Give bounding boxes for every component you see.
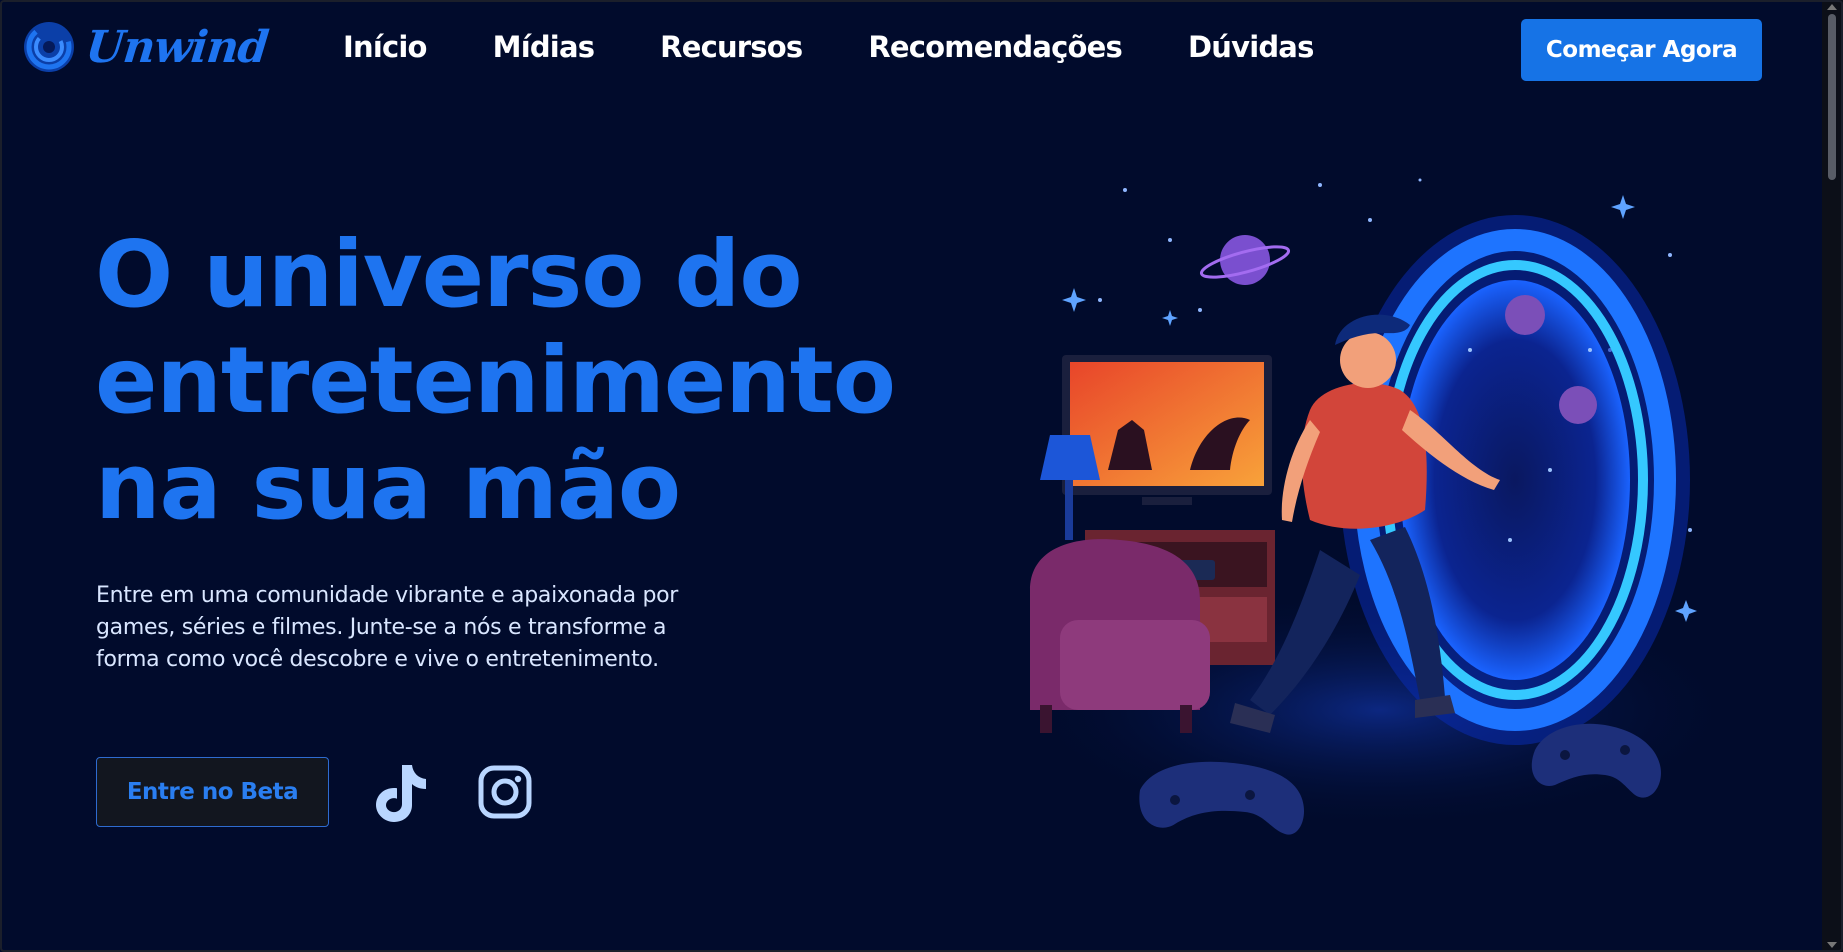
- hero-title-line-2: entretenimento: [95, 327, 896, 434]
- nav-item-recomendacoes[interactable]: Recomendações: [868, 30, 1122, 64]
- hero-description: Entre em uma comunidade vibrante e apaix…: [96, 583, 679, 672]
- armchair: [1030, 539, 1210, 733]
- nav-item-inicio[interactable]: Início: [343, 30, 427, 64]
- hero-title: O universo do entretenimento na sua mão: [95, 222, 975, 540]
- hero-title-line-1: O universo do: [95, 221, 803, 328]
- start-now-button[interactable]: Começar Agora: [1521, 19, 1762, 81]
- instagram-icon: [478, 765, 532, 819]
- brand-name: Unwind: [83, 21, 271, 73]
- tiktok-icon: [376, 765, 426, 822]
- nav-item-duvidas[interactable]: Dúvidas: [1188, 30, 1314, 64]
- site-header: Unwind Início Mídias Recursos Recomendaç…: [0, 0, 1822, 100]
- hero-illustration: [1020, 178, 1720, 835]
- swirl-logo-icon: [24, 22, 74, 72]
- tiktok-link[interactable]: [370, 757, 430, 827]
- nav-item-midias[interactable]: Mídias: [493, 30, 595, 64]
- scroll-up-arrow-icon[interactable]: [1827, 4, 1837, 10]
- scroll-thumb[interactable]: [1828, 14, 1836, 180]
- main-nav: Início Mídias Recursos Recomendações Dúv…: [343, 30, 1380, 64]
- ringed-planet: [1199, 235, 1291, 285]
- page-scrollbar[interactable]: [1822, 0, 1843, 952]
- nav-item-recursos[interactable]: Recursos: [660, 30, 803, 64]
- logo[interactable]: Unwind: [22, 20, 271, 74]
- instagram-link[interactable]: [475, 757, 535, 827]
- join-beta-button[interactable]: Entre no Beta: [96, 757, 329, 827]
- hero-title-line-3: na sua mão: [95, 433, 681, 540]
- scroll-down-arrow-icon[interactable]: [1827, 942, 1837, 948]
